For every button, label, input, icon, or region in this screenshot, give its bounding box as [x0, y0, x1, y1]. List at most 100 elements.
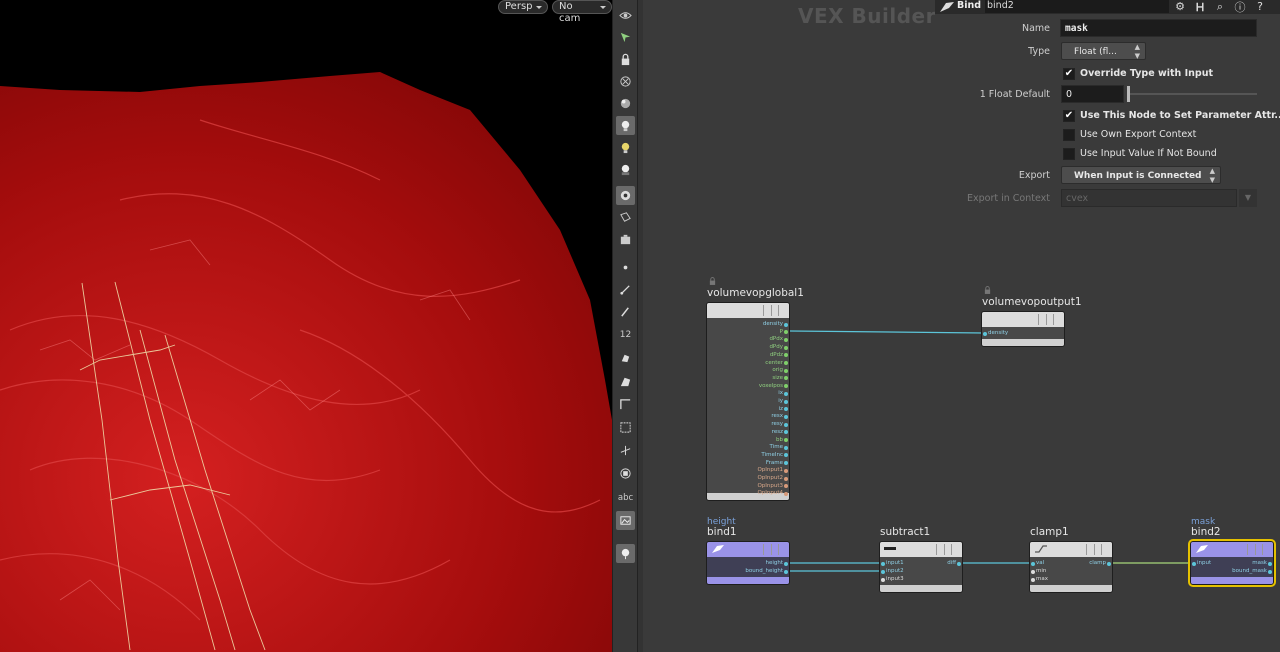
node-title-subtract: subtract1 — [880, 526, 931, 538]
pin-icon[interactable] — [616, 544, 635, 563]
node-bind1[interactable]: height bound_height — [706, 541, 790, 585]
port-dpdz[interactable]: dPdz — [770, 352, 783, 359]
port-clamp[interactable]: clamp — [1089, 560, 1106, 567]
port-resx[interactable]: resx — [771, 413, 783, 420]
port-input3[interactable]: input3 — [886, 576, 904, 583]
port-ix[interactable]: ix — [778, 390, 783, 397]
port-input[interactable]: input — [1197, 560, 1211, 567]
port-density[interactable]: density — [988, 330, 1008, 337]
axis-icon[interactable] — [616, 441, 635, 460]
port-opinput3[interactable]: OpInput3 — [757, 483, 783, 490]
ghost-icon[interactable] — [616, 72, 635, 91]
lock-icon — [984, 286, 991, 294]
chevron-down-icon[interactable]: ▼ — [1239, 189, 1257, 207]
search-icon[interactable]: ⌕ — [1213, 0, 1227, 13]
port-dot — [784, 430, 788, 435]
guide-icon[interactable] — [616, 348, 635, 367]
export-context-field[interactable]: cvex — [1061, 189, 1237, 207]
port-frame[interactable]: Frame — [766, 460, 783, 467]
own-export-checkbox[interactable] — [1063, 129, 1075, 141]
port-mask[interactable]: mask — [1252, 560, 1267, 567]
port-center[interactable]: center — [765, 360, 783, 367]
camera-menu[interactable]: No cam — [552, 0, 612, 24]
gear-icon[interactable]: ⚙ — [1173, 0, 1187, 13]
port-val[interactable]: val — [1036, 560, 1044, 567]
shade-icon[interactable] — [616, 94, 635, 113]
float-slider-track[interactable] — [1127, 93, 1257, 95]
camera-icon[interactable] — [616, 186, 635, 205]
brush-icon[interactable] — [616, 372, 635, 391]
info-icon[interactable]: ⓘ — [1233, 0, 1247, 14]
port-dpdx[interactable]: dPdx — [769, 336, 783, 343]
port-input1[interactable]: input1 — [886, 560, 904, 567]
node-name-field[interactable]: bind2 — [985, 0, 1169, 13]
port-input2[interactable]: input2 — [886, 568, 904, 575]
text-icon[interactable]: abc — [616, 488, 635, 507]
snapshot-icon[interactable] — [616, 230, 635, 249]
port-max[interactable]: max — [1036, 576, 1048, 583]
port-size[interactable]: size — [772, 375, 783, 382]
port-orig[interactable]: orig — [772, 367, 783, 374]
port-dot — [784, 345, 788, 350]
bind-icon — [1196, 545, 1208, 553]
scene-viewport[interactable]: Persp No cam — [0, 0, 612, 652]
port-p[interactable]: P — [780, 329, 783, 336]
bulb-icon[interactable] — [616, 138, 635, 157]
port-bound-mask[interactable]: bound_mask — [1232, 568, 1267, 575]
port-dot — [784, 476, 788, 481]
select-visible-icon[interactable] — [616, 28, 635, 47]
export-menu[interactable]: When Input is Connected ▲ ▼ — [1061, 166, 1221, 184]
port-opinput4[interactable]: OpInput4 — [757, 490, 783, 497]
port-min[interactable]: min — [1036, 568, 1046, 575]
use-node-checkbox[interactable]: ✔ — [1063, 110, 1075, 122]
number-icon[interactable]: 12 — [616, 325, 635, 344]
port-opinput1[interactable]: OpInput1 — [757, 467, 783, 474]
port-diff[interactable]: diff — [947, 560, 956, 567]
port-iz[interactable]: iz — [779, 406, 783, 413]
frame-icon[interactable] — [616, 395, 635, 414]
grid-icon[interactable] — [616, 418, 635, 437]
input-value-checkbox[interactable] — [1063, 148, 1075, 160]
port-dot — [784, 391, 788, 396]
port-timeinc[interactable]: TimeInc — [761, 452, 783, 459]
port-resy[interactable]: resy — [771, 421, 783, 428]
port-dot — [784, 438, 788, 442]
port-opinput2[interactable]: OpInput2 — [757, 475, 783, 482]
float-slider-handle[interactable] — [1127, 86, 1130, 102]
port-height[interactable]: height — [765, 560, 783, 567]
eye-icon[interactable] — [616, 6, 635, 25]
node-bind2[interactable]: input mask bound_mask — [1188, 539, 1276, 587]
own-export-label: Use Own Export Context — [1080, 129, 1197, 140]
headlight-icon[interactable] — [616, 116, 635, 135]
override-checkbox[interactable]: ✔ — [1063, 68, 1075, 80]
pen-icon[interactable] — [616, 302, 635, 321]
image-icon[interactable] — [616, 511, 635, 530]
port-density[interactable]: density — [763, 321, 783, 328]
type-menu[interactable]: Float (fl... ▲ ▼ — [1061, 42, 1146, 60]
name-field[interactable]: mask — [1060, 19, 1257, 37]
node-clamp1[interactable]: val min max clamp — [1029, 541, 1113, 593]
point-icon[interactable] — [616, 258, 635, 277]
node-subtract1[interactable]: input1 input2 input3 diff — [879, 541, 963, 593]
node-volumevopoutput1[interactable]: density — [981, 311, 1065, 347]
node-volumevopglobal1[interactable]: density PdPdx dPdy dPdz center orig size voxelp… — [706, 302, 790, 501]
vector-icon[interactable] — [616, 280, 635, 299]
port-iy[interactable]: iy — [778, 398, 783, 405]
port-dpdy[interactable]: dPdy — [769, 344, 783, 351]
clamp-icon — [1035, 545, 1047, 553]
port-resz[interactable]: resz — [772, 429, 783, 436]
help-circle-icon[interactable]: ? — [1253, 0, 1267, 13]
stop-icon[interactable] — [616, 464, 635, 483]
lock-icon[interactable] — [616, 50, 635, 69]
port-bb[interactable]: bb — [776, 437, 783, 444]
render-icon[interactable] — [616, 208, 635, 227]
port-dot — [784, 461, 788, 466]
port-voxelpos[interactable]: voxelpos — [759, 383, 783, 390]
port-bound-height[interactable]: bound_height — [745, 568, 783, 575]
port-dot — [784, 453, 788, 458]
help-icon[interactable]: Ｈ — [1193, 0, 1207, 14]
float-default-field[interactable]: 0 — [1061, 85, 1124, 103]
view-menu[interactable]: Persp — [498, 0, 548, 14]
bulb-shadow-icon[interactable] — [616, 160, 635, 179]
port-time[interactable]: Time — [770, 444, 783, 451]
